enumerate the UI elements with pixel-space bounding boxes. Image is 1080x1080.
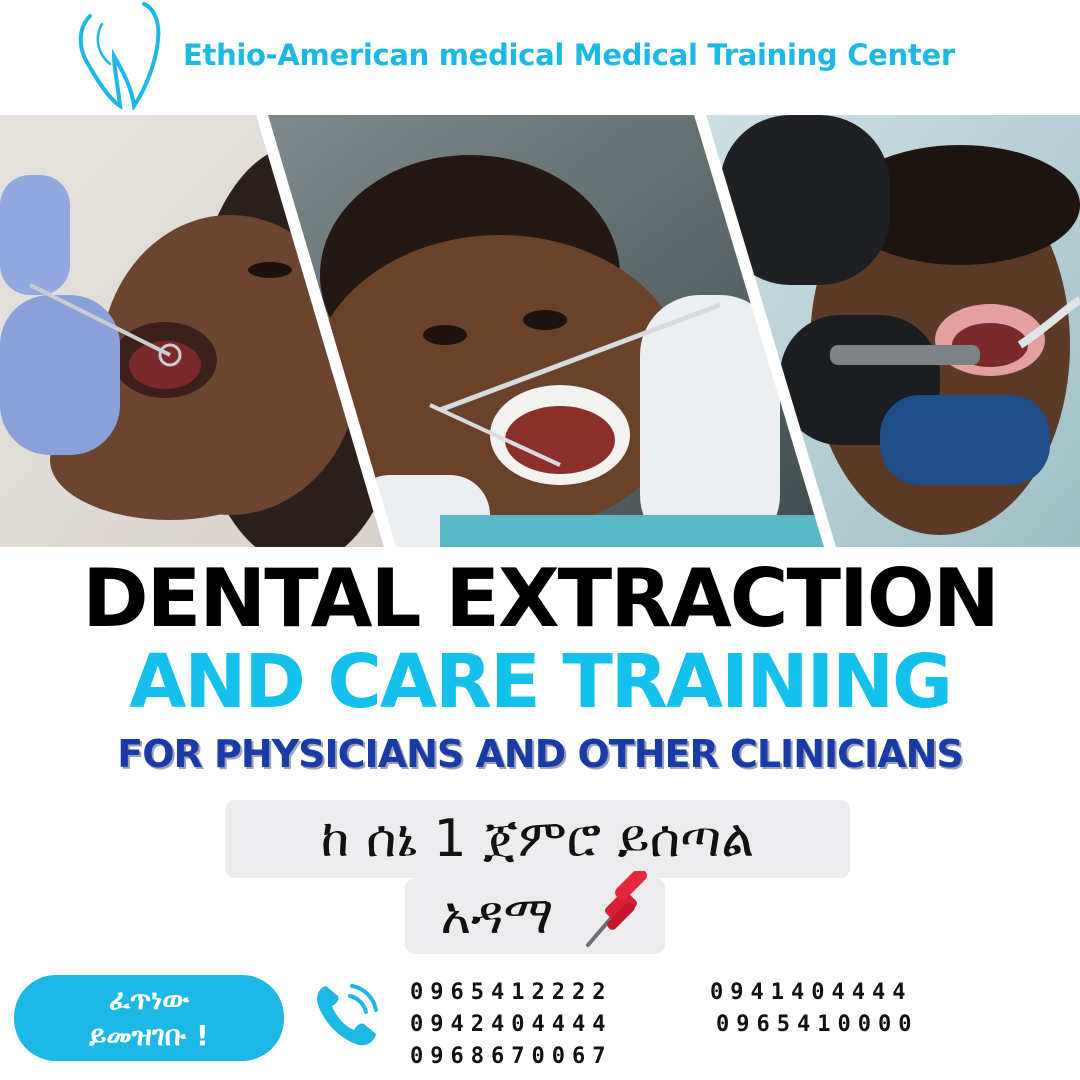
dental-photo-collage (0, 115, 1080, 547)
phone-number[interactable]: 0965410000 (716, 1012, 918, 1037)
register-line1: ፈጥነው (108, 983, 190, 1016)
phone-number[interactable]: 0942404444 (410, 1012, 612, 1037)
register-button[interactable]: ፈጥነው ይመዝገቡ ! (14, 975, 284, 1061)
headline-audience: FOR PHYSICIANS AND OTHER CLINICIANS (117, 732, 964, 776)
phone-number[interactable]: 0941404444 (710, 980, 912, 1005)
start-date-banner: ከ ሰኔ 1 ጀምሮ ይሰጣል (225, 800, 850, 878)
brand-title: Ethio-American medical Medical Training … (183, 38, 955, 72)
headline-line2: AND CARE TRAINING (129, 639, 953, 725)
tooth-logo-icon (78, 2, 161, 110)
header: Ethio-American medical Medical Training … (0, 0, 1080, 115)
phone-icon (317, 984, 378, 1046)
location-label: አዳማ (440, 886, 554, 946)
pushpin-icon (586, 871, 647, 947)
phone-number[interactable]: 0965412222 (410, 980, 612, 1005)
headline-line1: DENTAL EXTRACTION (82, 552, 1000, 645)
phone-number[interactable]: 0968670067 (410, 1044, 612, 1069)
register-line2: ይመዝገቡ ! (89, 1019, 209, 1052)
